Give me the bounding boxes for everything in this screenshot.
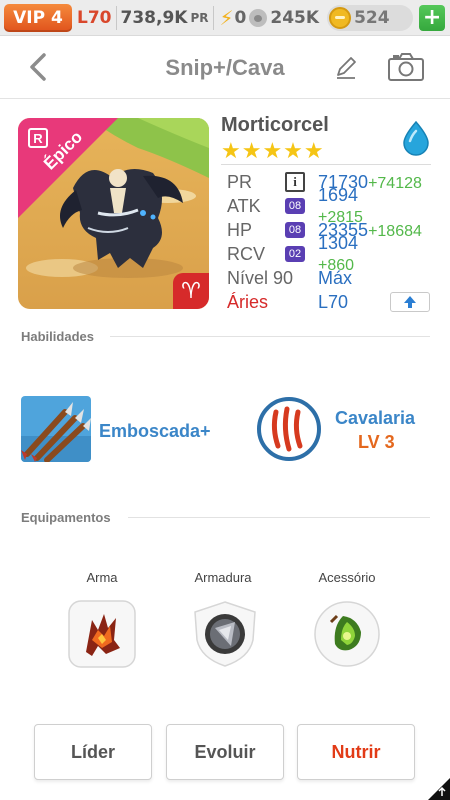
hero-portrait[interactable]: R Épico ♈ — [18, 118, 209, 309]
leader-button[interactable]: Líder — [34, 724, 152, 780]
equip-slot-label: Arma — [86, 570, 118, 585]
star-rating: ★★★★★ — [221, 138, 325, 163]
gold-value: 524 — [354, 7, 390, 28]
accessory-slot[interactable] — [313, 600, 381, 668]
lightning-icon: ⚡ — [219, 5, 234, 30]
r-rank-badge: R — [28, 128, 48, 148]
divider — [212, 5, 214, 30]
stamina-value: 0 — [234, 7, 247, 28]
divider — [110, 336, 430, 337]
stat-rank-badge: 08 — [285, 198, 305, 214]
player-level: L70 — [77, 7, 112, 28]
stat-bonus: +74128 — [368, 174, 422, 192]
cavalry-skill-icon[interactable] — [256, 396, 322, 462]
skill-name: Emboscada+ — [99, 421, 211, 441]
vip-badge[interactable]: VIP 4 — [4, 3, 72, 32]
stat-row-rcv: RCV 02 1304 +860 — [227, 233, 358, 274]
info-icon[interactable]: i — [285, 172, 305, 192]
stat-value: Máx — [318, 267, 353, 288]
player-power: 738,9K — [120, 7, 188, 28]
skill-name: Cavalaria — [335, 408, 416, 428]
corner-arrow-icon[interactable] — [428, 778, 450, 800]
stat-row-zodiac: Áries L70 — [227, 290, 348, 314]
equip-slot-label: Armadura — [194, 570, 252, 585]
hero-name: Morticorcel — [221, 114, 329, 136]
player-power-unit: PR — [190, 10, 209, 25]
divider — [115, 5, 117, 30]
stat-label: RCV — [227, 243, 266, 264]
equip-slot-label: Acessório — [318, 570, 376, 585]
add-gold-button[interactable]: + — [419, 4, 446, 31]
stat-label: PR — [227, 171, 253, 192]
stat-label: Nível 90 — [227, 267, 294, 288]
stat-rank-badge: 02 — [285, 246, 305, 262]
zodiac-upgrade-button[interactable] — [390, 292, 430, 312]
food-value: 245K — [270, 7, 320, 28]
skills-section-title: Habilidades — [21, 329, 94, 344]
stat-label: HP — [227, 219, 253, 240]
water-element-icon — [403, 120, 429, 156]
stat-row-level: Nível 90 Máx — [227, 266, 352, 290]
stat-row-hp: HP 08 23355+18684 — [227, 218, 422, 242]
zodiac-label: Áries — [227, 291, 269, 312]
aries-zodiac-icon: ♈ — [173, 273, 209, 309]
ambush-skill-icon[interactable] — [21, 396, 91, 462]
armor-slot[interactable] — [191, 600, 259, 668]
stat-row-atk: ATK 08 1694 +2815 — [227, 185, 363, 226]
status-bar: VIP 4 L70 738,9K PR ⚡ 0 245K 524 + — [0, 0, 450, 36]
skill-level: LV 3 — [358, 432, 395, 452]
pencil-icon[interactable] — [333, 53, 359, 81]
stat-label: ATK — [227, 195, 261, 216]
stat-row-pr: PR i 71730+74128 — [227, 170, 422, 194]
equipment-section-title: Equipamentos — [21, 510, 111, 525]
zodiac-level: L70 — [318, 291, 349, 312]
gold-display: 524 — [327, 4, 414, 31]
page-title: Snip+/Cava — [165, 55, 285, 80]
arrow-up-icon — [404, 296, 416, 308]
stat-rank-badge: 08 — [285, 222, 305, 238]
divider — [128, 517, 430, 518]
camera-icon[interactable] — [387, 51, 425, 83]
food-icon — [249, 8, 268, 27]
divider — [221, 164, 431, 165]
feed-button[interactable]: Nutrir — [297, 724, 415, 780]
stat-bonus: +18684 — [368, 222, 422, 240]
weapon-slot[interactable] — [68, 600, 136, 668]
header: Snip+/Cava — [0, 37, 450, 99]
evolve-button[interactable]: Evoluir — [166, 724, 284, 780]
coin-icon — [329, 6, 352, 29]
